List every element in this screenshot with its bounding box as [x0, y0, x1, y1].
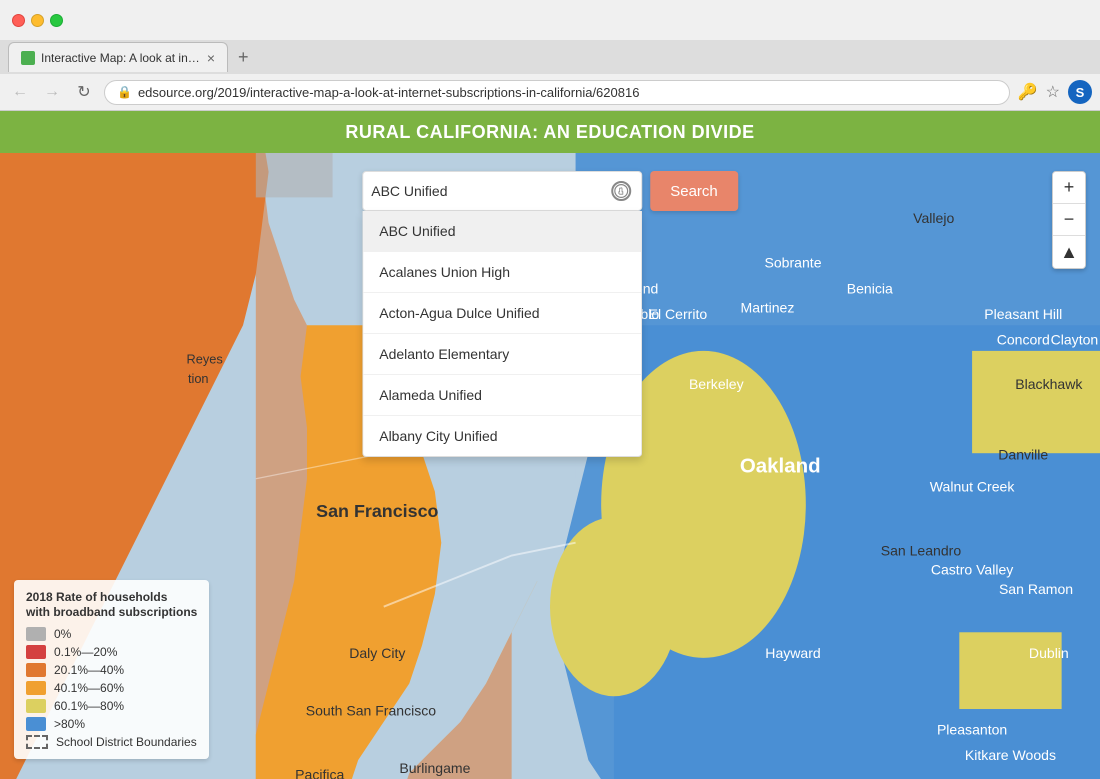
- dropdown-item-alameda[interactable]: Alameda Unified: [363, 375, 641, 416]
- district-search-input[interactable]: [371, 183, 609, 199]
- legend-label-20: 0.1%—20%: [54, 645, 117, 659]
- lock-icon: 🔒: [117, 85, 132, 99]
- svg-text:Pleasant Hill: Pleasant Hill: [984, 306, 1062, 322]
- svg-text:Reyes: Reyes: [187, 352, 223, 367]
- legend-swatch-orange: [26, 663, 46, 677]
- svg-text:El Cerrito: El Cerrito: [649, 306, 708, 322]
- page-header: RURAL CALIFORNIA: AN EDUCATION DIVIDE: [0, 111, 1100, 153]
- refresh-button[interactable]: ↻: [72, 82, 96, 102]
- tab-favicon: [21, 51, 35, 65]
- tab-close-button[interactable]: ×: [207, 50, 215, 66]
- dropdown-item-adelanto[interactable]: Adelanto Elementary: [363, 334, 641, 375]
- bookmark-icon[interactable]: ☆: [1046, 82, 1060, 102]
- title-bar: [0, 0, 1100, 40]
- legend-swatch-blue: [26, 717, 46, 731]
- legend-boundary: School District Boundaries: [26, 735, 197, 749]
- svg-text:Dublin: Dublin: [1029, 645, 1069, 661]
- legend-swatch-yellow: [26, 699, 46, 713]
- svg-text:San Ramon: San Ramon: [999, 581, 1073, 597]
- legend-item-0percent: 0%: [26, 627, 197, 641]
- svg-text:Concord: Concord: [997, 331, 1050, 347]
- svg-text:Sobrante: Sobrante: [765, 255, 822, 271]
- profile-icon[interactable]: S: [1068, 80, 1092, 104]
- legend-item-60percent: 40.1%—60%: [26, 681, 197, 695]
- forward-button[interactable]: →: [40, 83, 64, 101]
- svg-text:Kitkare Woods: Kitkare Woods: [965, 747, 1056, 763]
- url-bar[interactable]: 🔒 edsource.org/2019/interactive-map-a-lo…: [104, 80, 1010, 105]
- legend-item-80percent: 60.1%—80%: [26, 699, 197, 713]
- svg-text:South San Francisco: South San Francisco: [306, 702, 437, 718]
- dropdown-item-albany[interactable]: Albany City Unified: [363, 416, 641, 456]
- svg-text:Pacifica: Pacifica: [295, 766, 344, 779]
- tab-bar: Interactive Map: A look at inter... × +: [0, 40, 1100, 74]
- search-button[interactable]: Search: [650, 171, 738, 211]
- url-text: edsource.org/2019/interactive-map-a-look…: [138, 85, 997, 100]
- browser-tab[interactable]: Interactive Map: A look at inter... ×: [8, 42, 228, 72]
- search-container: ABC Unified Acalanes Union High Acton-Ag…: [362, 171, 642, 211]
- svg-text:Martinez: Martinez: [741, 300, 795, 316]
- close-window-button[interactable]: [12, 14, 25, 27]
- page-title: RURAL CALIFORNIA: AN EDUCATION DIVIDE: [345, 122, 754, 143]
- zoom-out-button[interactable]: −: [1053, 204, 1085, 236]
- search-input-wrapper: [362, 171, 642, 211]
- svg-text:Blackhawk: Blackhawk: [1015, 376, 1083, 392]
- reset-bearing-button[interactable]: ▲: [1053, 236, 1085, 268]
- map-legend: 2018 Rate of households with broadband s…: [14, 580, 209, 759]
- clear-search-button[interactable]: [609, 179, 633, 203]
- legend-label-40: 20.1%—40%: [54, 663, 124, 677]
- svg-text:tion: tion: [188, 371, 209, 386]
- svg-text:Benicia: Benicia: [847, 280, 893, 296]
- back-button[interactable]: ←: [8, 83, 32, 101]
- legend-swatch-gray: [26, 627, 46, 641]
- legend-swatch-red: [26, 645, 46, 659]
- svg-text:Pleasanton: Pleasanton: [937, 722, 1007, 738]
- clear-icon: [611, 181, 631, 201]
- legend-label-60: 40.1%—60%: [54, 681, 124, 695]
- map-container: Oakland Berkeley San Leandro Hayward Dan…: [0, 153, 1100, 779]
- legend-boundary-label: School District Boundaries: [56, 735, 197, 749]
- svg-text:Clayton: Clayton: [1051, 331, 1099, 347]
- svg-text:Daly City: Daly City: [349, 645, 405, 661]
- address-bar: ← → ↻ 🔒 edsource.org/2019/interactive-ma…: [0, 74, 1100, 110]
- new-tab-button[interactable]: +: [232, 47, 255, 68]
- legend-title: 2018 Rate of households with broadband s…: [26, 590, 197, 621]
- legend-swatch-light-orange: [26, 681, 46, 695]
- traffic-lights: [12, 14, 63, 27]
- minimize-window-button[interactable]: [31, 14, 44, 27]
- dropdown-item-acalanes[interactable]: Acalanes Union High: [363, 252, 641, 293]
- svg-text:Danville: Danville: [998, 447, 1048, 463]
- legend-item-20percent: 0.1%—20%: [26, 645, 197, 659]
- svg-text:Walnut Creek: Walnut Creek: [930, 479, 1016, 495]
- map-controls: + − ▲: [1052, 171, 1086, 269]
- svg-text:Hayward: Hayward: [765, 645, 820, 661]
- tab-label: Interactive Map: A look at inter...: [41, 51, 201, 65]
- legend-item-40percent: 20.1%—40%: [26, 663, 197, 677]
- browser-chrome: Interactive Map: A look at inter... × + …: [0, 0, 1100, 111]
- svg-text:Castro Valley: Castro Valley: [931, 562, 1014, 578]
- key-icon[interactable]: 🔑: [1018, 82, 1038, 102]
- dropdown-item-acton[interactable]: Acton-Agua Dulce Unified: [363, 293, 641, 334]
- legend-label-0: 0%: [54, 627, 71, 641]
- search-overlay: ABC Unified Acalanes Union High Acton-Ag…: [362, 171, 738, 211]
- svg-text:Berkeley: Berkeley: [689, 376, 744, 392]
- toolbar-icons: 🔑 ☆ S: [1018, 80, 1092, 104]
- zoom-in-button[interactable]: +: [1053, 172, 1085, 204]
- legend-boundary-icon: [26, 735, 48, 749]
- svg-text:Oakland: Oakland: [740, 454, 821, 477]
- svg-text:Burlingame: Burlingame: [399, 760, 470, 776]
- dropdown-item-abc-unified[interactable]: ABC Unified: [363, 211, 641, 252]
- legend-label-80: 60.1%—80%: [54, 699, 124, 713]
- svg-text:Vallejo: Vallejo: [913, 210, 954, 226]
- legend-item-over80percent: >80%: [26, 717, 197, 731]
- district-dropdown: ABC Unified Acalanes Union High Acton-Ag…: [362, 211, 642, 457]
- fullscreen-window-button[interactable]: [50, 14, 63, 27]
- svg-text:San Francisco: San Francisco: [316, 501, 438, 521]
- svg-text:San Leandro: San Leandro: [881, 543, 962, 559]
- legend-label-over80: >80%: [54, 717, 85, 731]
